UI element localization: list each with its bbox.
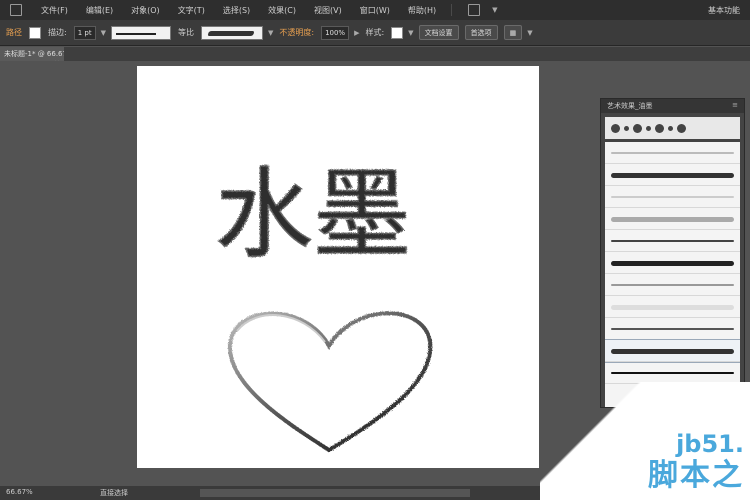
graphic-style-swatch[interactable] (391, 26, 404, 39)
opacity-dropdown-icon[interactable]: ▶ (354, 29, 359, 37)
illustrator-window: 文件(F) 编辑(E) 对象(O) 文字(T) 选择(S) 效果(C) 视图(V… (0, 0, 750, 500)
brush-row[interactable] (605, 339, 740, 363)
brush-stroke-preview (611, 348, 734, 354)
heart-shape[interactable] (227, 311, 433, 453)
menu-type[interactable]: 文字(T) (169, 5, 214, 16)
brush-dot-icon[interactable] (677, 123, 686, 133)
brush-row[interactable] (605, 164, 740, 186)
brush-definition[interactable] (200, 25, 263, 40)
menu-bar: 文件(F) 编辑(E) 对象(O) 文字(T) 选择(S) 效果(C) 视图(V… (0, 0, 750, 20)
brush-stroke-preview (611, 240, 734, 242)
brush-library-panel: 艺术效果_油墨 ≡ (600, 98, 745, 408)
brush-stroke-preview (611, 328, 734, 330)
brush-row[interactable] (605, 186, 740, 208)
status-bar: 66.67% 直接选择 (0, 486, 750, 500)
ink-text[interactable]: 水墨 (214, 157, 412, 273)
preferences-button[interactable]: 首选项 (464, 25, 498, 40)
panel-menu-icon[interactable]: ≡ (732, 101, 738, 109)
brush-row[interactable] (605, 142, 740, 164)
document-tab-title: 未标题-1* @ 66.67% (RGB/预览) (4, 50, 64, 58)
menu-help[interactable]: 帮助(H) (399, 5, 445, 16)
zoom-level[interactable]: 66.67% (6, 488, 33, 496)
panel-title: 艺术效果_油墨 (607, 102, 653, 110)
app-logo-icon (10, 4, 22, 16)
menu-object[interactable]: 对象(O) (122, 5, 169, 16)
brush-stroke-preview (611, 152, 734, 154)
stroke-weight-field[interactable]: 1 pt (73, 25, 96, 40)
arrange-dropdown-icon[interactable]: ▼ (527, 29, 532, 37)
artboard[interactable]: 水墨 (137, 66, 539, 468)
stroke-dropdown-icon[interactable]: ▼ (101, 29, 106, 37)
style-dropdown-icon[interactable]: ▼ (408, 29, 413, 37)
brush-dropdown-icon[interactable]: ▼ (268, 29, 273, 37)
brush-row[interactable] (605, 318, 740, 340)
menu-select[interactable]: 选择(S) (214, 5, 259, 16)
document-tab-bar: 未标题-1* @ 66.67% (RGB/预览) × (0, 47, 750, 61)
arrange-dropdown-icon[interactable]: ▼ (492, 6, 497, 14)
artwork[interactable]: 水墨 (137, 66, 539, 468)
brush-row[interactable] (605, 208, 740, 230)
menu-effect[interactable]: 效果(C) (259, 5, 305, 16)
brush-dot-icon[interactable] (655, 123, 664, 133)
brush-stroke-preview (611, 284, 734, 286)
opacity-field[interactable]: 100% (321, 25, 350, 40)
document-setup-button[interactable]: 文档设置 (418, 25, 459, 40)
brush-stroke-preview (611, 216, 734, 222)
uniform-label: 等比 (177, 28, 194, 37)
arrange-documents-button[interactable]: ▦ (503, 25, 523, 40)
variable-width-profile[interactable] (110, 25, 171, 40)
brush-row[interactable] (605, 362, 740, 384)
fill-swatch[interactable] (29, 26, 41, 39)
menu-window[interactable]: 窗口(W) (351, 5, 399, 16)
brush-dot-icon[interactable] (668, 125, 673, 131)
brush-stroke-preview (611, 372, 734, 374)
document-tab[interactable]: 未标题-1* @ 66.67% (RGB/预览) × (0, 47, 64, 61)
stroke-label: 描边: (48, 28, 67, 37)
brush-dot-icon[interactable] (633, 123, 642, 133)
menu-file[interactable]: 文件(F) (32, 5, 77, 16)
brush-stroke-preview (611, 196, 734, 198)
menu-edit[interactable]: 编辑(E) (77, 5, 122, 16)
brush-thumbnails-row (605, 117, 740, 139)
brush-list[interactable] (605, 142, 740, 407)
brush-row[interactable] (605, 274, 740, 296)
opacity-label[interactable]: 不透明度: (279, 27, 314, 38)
brush-row[interactable] (605, 230, 740, 252)
brush-stroke-preview (611, 304, 734, 310)
workspace-switcher[interactable]: 基本功能 (708, 5, 750, 16)
brush-row[interactable] (605, 296, 740, 318)
horizontal-scrollbar[interactable] (200, 489, 470, 497)
selection-type-label[interactable]: 路径 (6, 27, 22, 38)
menu-view[interactable]: 视图(V) (305, 5, 351, 16)
brush-dot-icon[interactable] (646, 125, 651, 131)
brush-stroke-preview (611, 260, 734, 266)
bridge-icon[interactable] (468, 4, 481, 16)
brush-dot-icon[interactable] (624, 125, 629, 131)
status-tool-label[interactable]: 直接选择 (100, 488, 128, 498)
brush-row[interactable] (605, 252, 740, 274)
menu-divider (451, 4, 453, 16)
brush-stroke-preview (611, 172, 734, 178)
control-bar: 路径 描边: 1 pt ▼ 等比 ▼ 不透明度: 100% ▶ 样式: ▼ 文档… (0, 20, 750, 46)
brush-dot-icon[interactable] (611, 123, 620, 133)
style-label: 样式: (365, 28, 385, 37)
panel-header[interactable]: 艺术效果_油墨 ≡ (601, 99, 744, 113)
